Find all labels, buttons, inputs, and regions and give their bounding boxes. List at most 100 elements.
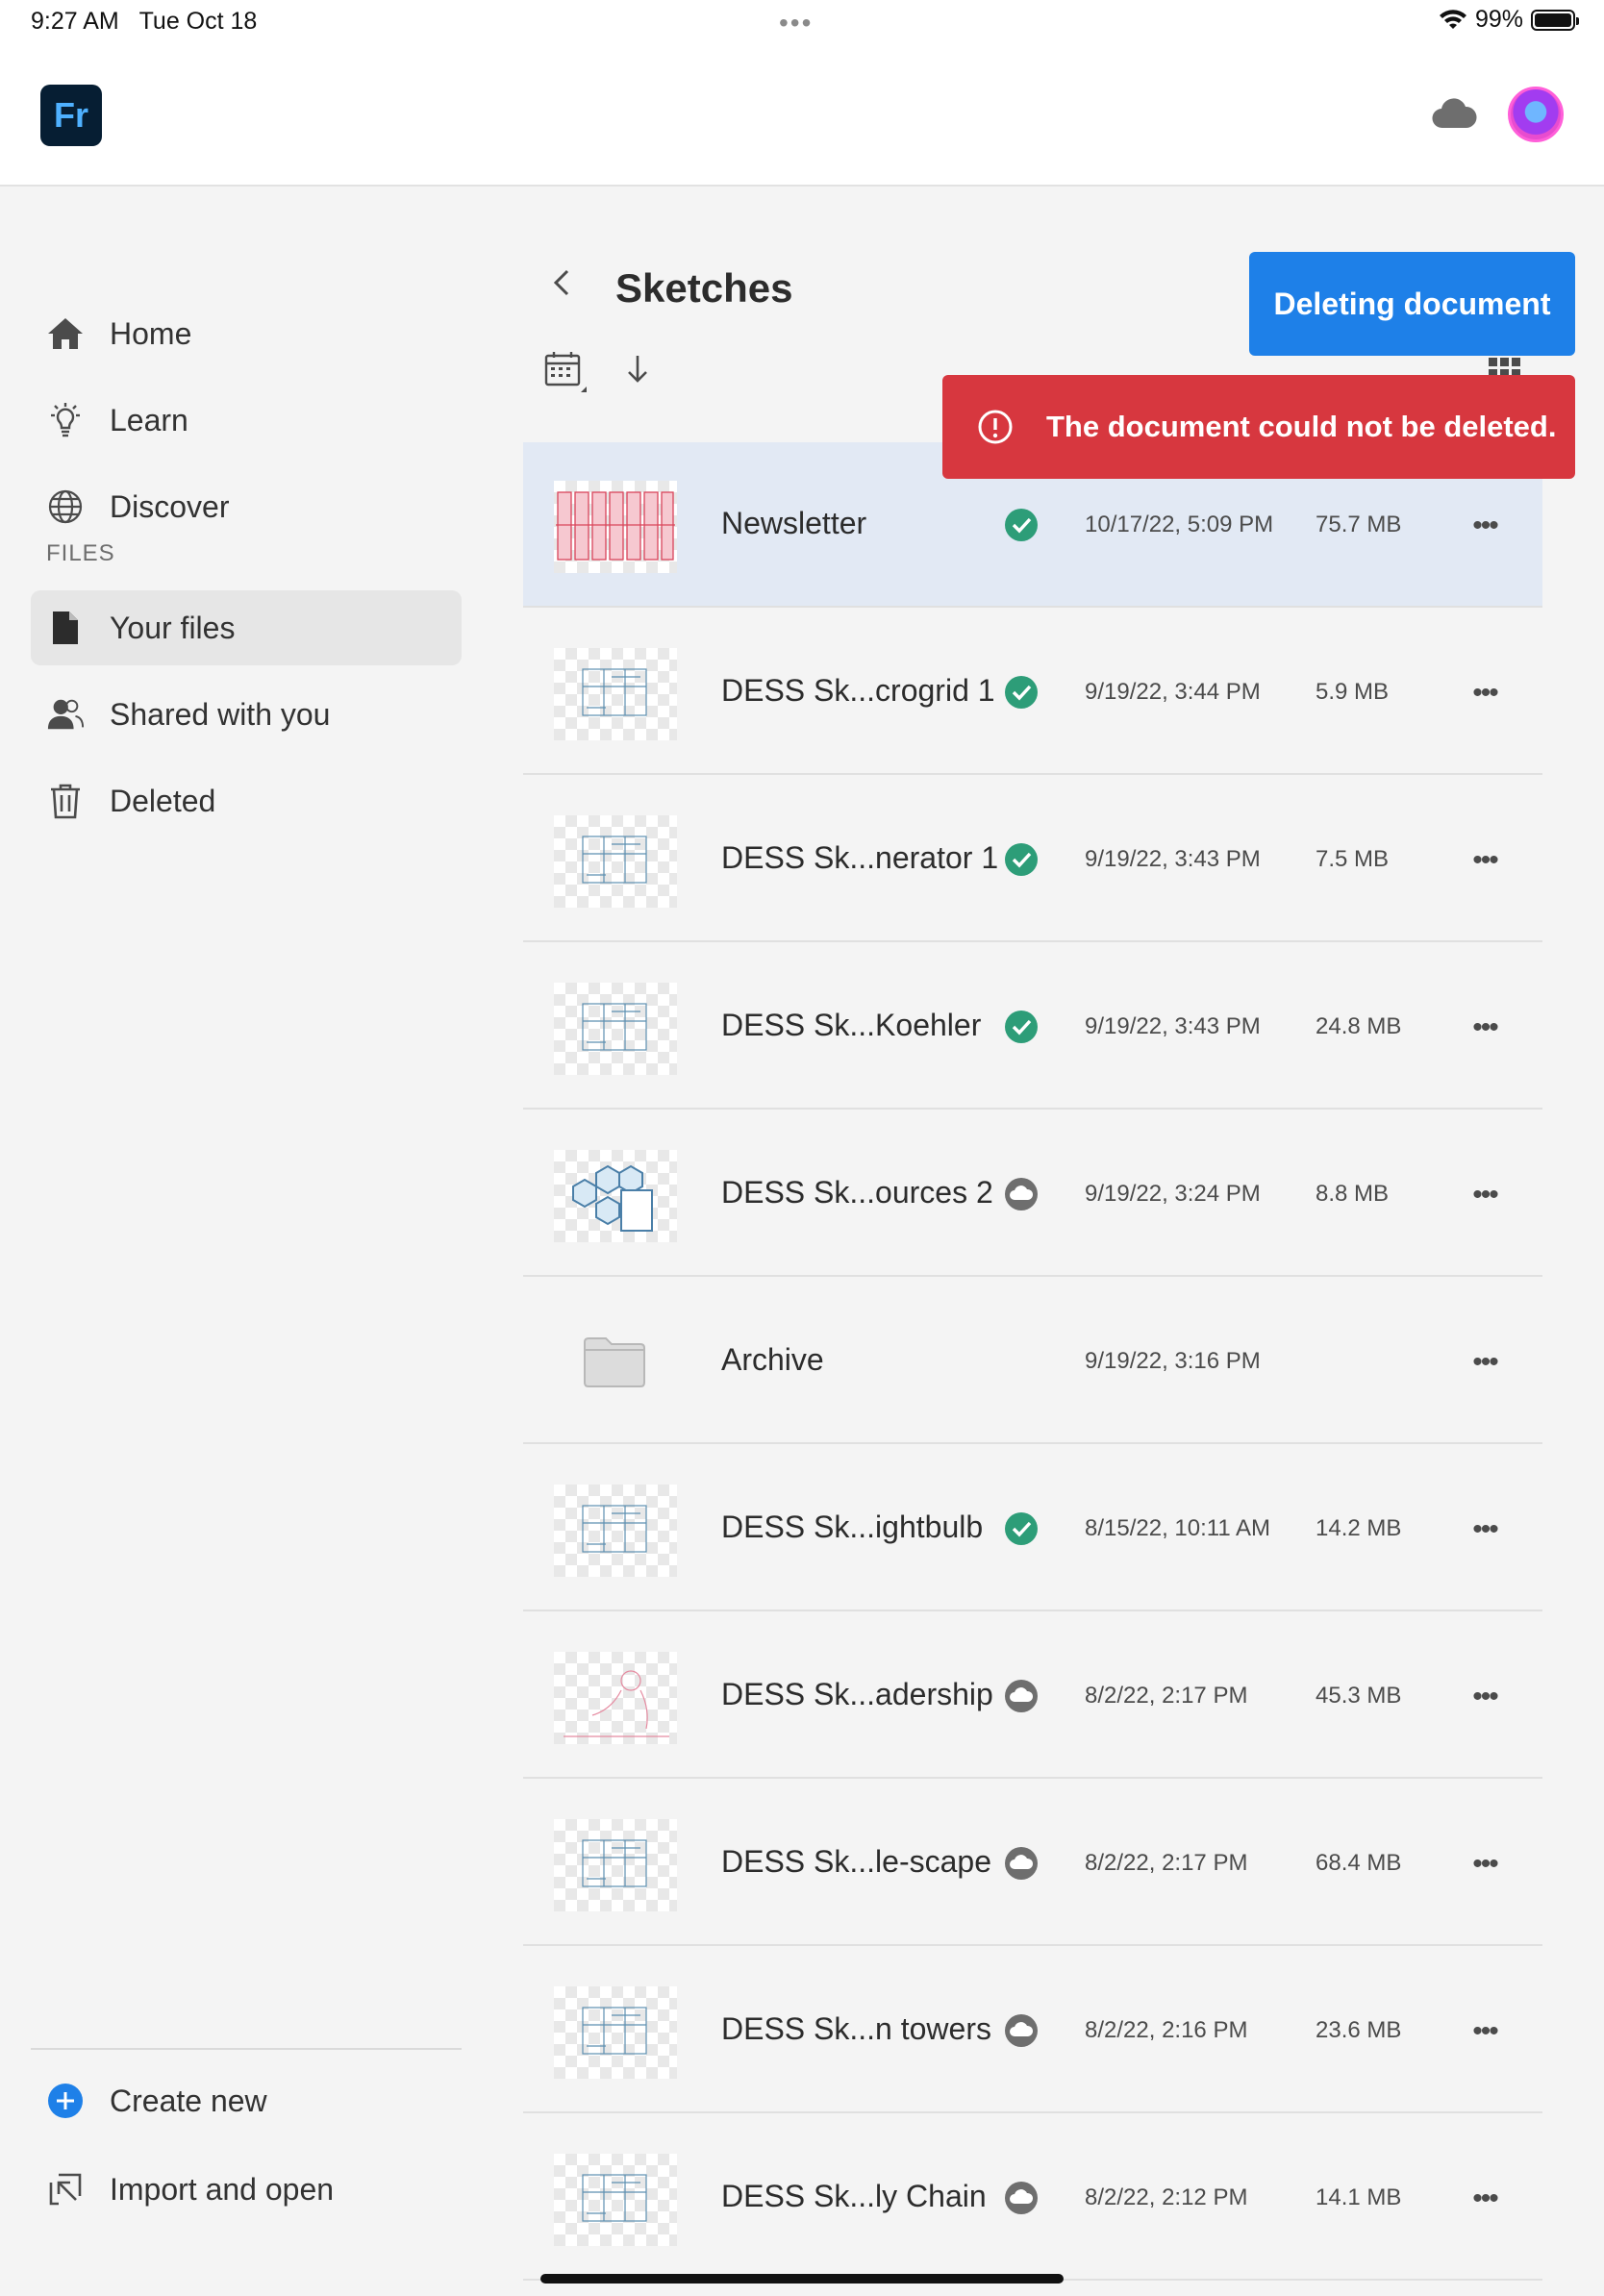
file-name: DESS Sk...le-scape	[721, 1844, 991, 1879]
more-options-icon[interactable]: •••	[1456, 502, 1514, 550]
file-thumbnail	[554, 983, 677, 1075]
file-date: 8/2/22, 2:16 PM	[1085, 2017, 1248, 2043]
sidebar-item-discover[interactable]: Discover	[31, 469, 462, 544]
file-row[interactable]: DESS Sk...nerator 1 9/19/22, 3:43 PM 7.5 M…	[523, 777, 1542, 942]
battery-percent: 99%	[1474, 6, 1523, 33]
file-row[interactable]: DESS Sk...ightbulb 8/15/22, 10:11 AM 14.2 …	[523, 1446, 1542, 1611]
file-name: DESS Sk...ly Chain	[721, 2179, 987, 2213]
file-size: 24.8 MB	[1316, 1013, 1402, 1039]
more-options-icon[interactable]: •••	[1456, 836, 1514, 885]
file-row[interactable]: DESS Sk...ources 2 9/19/22, 3:24 PM 8.8 MB…	[523, 1111, 1542, 1277]
file-thumbnail	[554, 481, 677, 573]
file-size: 14.2 MB	[1316, 1515, 1402, 1541]
page-title: Sketches	[615, 265, 793, 311]
trash-icon	[46, 782, 85, 820]
cloud-status-icon	[1005, 2014, 1038, 2047]
back-chevron-icon[interactable]	[542, 263, 581, 302]
import-open-label: Import and open	[110, 2171, 335, 2207]
file-name: Newsletter	[721, 506, 867, 540]
error-message: The document could not be deleted.	[1046, 410, 1557, 443]
file-name: DESS Sk...ightbulb	[721, 1510, 984, 1544]
cloud-status-icon	[1005, 1847, 1038, 1880]
battery-icon	[1531, 9, 1579, 31]
file-thumbnail	[554, 815, 677, 908]
create-new-button[interactable]: Create new	[31, 2063, 462, 2138]
calendar-sort-icon[interactable]	[542, 348, 590, 396]
document-icon	[46, 609, 85, 647]
synced-check-icon	[1005, 1011, 1038, 1043]
more-options-icon[interactable]: •••	[1456, 1004, 1514, 1052]
file-row[interactable]: DESS Sk...Koehler 9/19/22, 3:43 PM 24.8 MB…	[523, 944, 1542, 1110]
synced-check-icon	[1005, 843, 1038, 876]
cloud-status-icon	[1005, 1680, 1038, 1712]
file-date: 9/19/22, 3:16 PM	[1085, 1348, 1261, 1374]
sidebar-item-shared[interactable]: Shared with you	[31, 677, 462, 752]
file-size: 75.7 MB	[1316, 512, 1402, 537]
wifi-icon	[1439, 9, 1466, 29]
file-name: Archive	[721, 1342, 824, 1377]
more-options-icon[interactable]: •••	[1456, 669, 1514, 717]
user-avatar[interactable]	[1508, 87, 1564, 142]
file-date: 8/15/22, 10:11 AM	[1085, 1515, 1271, 1541]
more-options-icon[interactable]: •••	[1456, 1506, 1514, 1554]
file-thumbnail	[554, 1819, 677, 1911]
file-size: 68.4 MB	[1316, 1850, 1402, 1876]
more-options-icon[interactable]: •••	[1456, 1673, 1514, 1721]
sidebar-item-label: Shared with you	[110, 696, 331, 732]
file-size: 14.1 MB	[1316, 2184, 1402, 2210]
sidebar-item-label: Your files	[110, 610, 236, 645]
sidebar-item-home[interactable]: Home	[31, 296, 462, 371]
file-date: 9/19/22, 3:24 PM	[1085, 1181, 1261, 1207]
file-date: 8/2/22, 2:17 PM	[1085, 1683, 1248, 1709]
synced-check-icon	[1005, 676, 1038, 709]
cloud-icon[interactable]	[1431, 97, 1477, 130]
more-options-icon[interactable]: •••	[1456, 1171, 1514, 1219]
multitasking-dots[interactable]: •••	[779, 8, 813, 38]
file-row[interactable]: DESS Sk...ly Chain 8/2/22, 2:12 PM 14.1 MB…	[523, 2115, 1542, 2281]
import-icon	[46, 2170, 85, 2209]
sidebar-item-label: Discover	[110, 488, 230, 524]
sidebar-item-learn[interactable]: Learn	[31, 383, 462, 458]
file-name: DESS Sk...adership	[721, 1677, 993, 1711]
globe-icon	[46, 487, 85, 526]
file-date: 9/19/22, 3:43 PM	[1085, 1013, 1261, 1039]
file-size: 7.5 MB	[1316, 846, 1390, 872]
file-row[interactable]: DESS Sk...adership 8/2/22, 2:17 PM 45.3 MB…	[523, 1613, 1542, 1779]
error-toast[interactable]: The document could not be deleted.	[942, 375, 1575, 479]
file-size: 8.8 MB	[1316, 1181, 1390, 1207]
deleting-document-button[interactable]: Deleting document	[1249, 252, 1575, 356]
file-row[interactable]: DESS Sk...le-scape 8/2/22, 2:17 PM 68.4 MB…	[523, 1781, 1542, 1946]
file-name: DESS Sk...crogrid 1	[721, 673, 995, 708]
file-size: 45.3 MB	[1316, 1683, 1402, 1709]
file-date: 8/2/22, 2:17 PM	[1085, 1850, 1248, 1876]
sidebar-item-label: Home	[110, 315, 192, 351]
home-indicator[interactable]	[540, 2274, 1064, 2284]
fresco-logo[interactable]: Fr	[40, 85, 102, 146]
more-options-icon[interactable]: •••	[1456, 1840, 1514, 1888]
file-thumbnail	[554, 2154, 677, 2246]
file-date: 10/17/22, 5:09 PM	[1085, 512, 1274, 537]
files-section-header: FILES	[46, 540, 115, 566]
more-options-icon[interactable]: •••	[1456, 2008, 1514, 2056]
import-open-button[interactable]: Import and open	[31, 2152, 462, 2227]
file-row[interactable]: DESS Sk...n towers 8/2/22, 2:16 PM 23.6 MB…	[523, 1948, 1542, 2113]
file-name: DESS Sk...nerator 1	[721, 840, 999, 875]
sidebar-item-your-files[interactable]: Your files	[31, 590, 462, 665]
file-date: 9/19/22, 3:44 PM	[1085, 679, 1261, 705]
sidebar-divider	[31, 2048, 462, 2050]
sidebar-item-label: Deleted	[110, 783, 216, 818]
file-row[interactable]: Archive 9/19/22, 3:16 PM •••	[523, 1279, 1542, 1444]
more-options-icon[interactable]: •••	[1456, 2175, 1514, 2223]
cloud-status-icon	[1005, 1178, 1038, 1210]
more-options-icon[interactable]: •••	[1456, 1338, 1514, 1386]
plus-circle-icon	[46, 2082, 85, 2120]
file-name: DESS Sk...n towers	[721, 2011, 991, 2046]
file-thumbnail	[554, 1652, 677, 1744]
file-row[interactable]: DESS Sk...crogrid 1 9/19/22, 3:44 PM 5.9 M…	[523, 610, 1542, 775]
sort-direction-icon[interactable]	[623, 352, 652, 387]
status-right: 99%	[1439, 6, 1579, 34]
create-new-label: Create new	[110, 2083, 267, 2118]
file-thumbnail	[554, 1150, 677, 1242]
status-time: 9:27 AM Tue Oct 18	[31, 8, 258, 35]
sidebar-item-deleted[interactable]: Deleted	[31, 763, 462, 838]
